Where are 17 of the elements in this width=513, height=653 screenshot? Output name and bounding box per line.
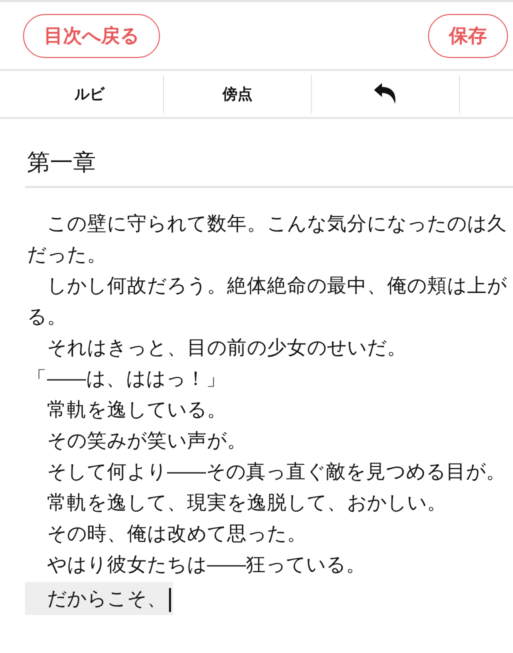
text-line: る。 [26, 304, 67, 330]
text-line: しかし何故だろう。絶体絶命の最中、俺の頬は上が [46, 273, 507, 299]
toolbar-button[interactable]: ルビ [66, 80, 112, 108]
text-line: その時、俺は改めて思った。 [46, 521, 307, 547]
text-line: この壁に守られて数年。こんな気分になったのは久 [46, 211, 507, 237]
current-paragraph: だからこそ、 [25, 582, 172, 615]
text-line: 常軌を逸して、現実を逸脱して、おかしい。 [46, 490, 447, 516]
toolbar-button[interactable]: 傍点 [214, 80, 260, 108]
text-line: 常軌を逸している。 [46, 397, 227, 423]
text-line: やはり彼女たちは――狂っている。 [46, 552, 366, 578]
text-line: それはきっと、目の前の少女のせいだ。 [46, 335, 407, 361]
text-line: そして何より――その真っ直ぐ敵を見つめる目が。 [46, 459, 506, 485]
text-line: 「――は、ははっ！」 [26, 366, 226, 392]
undo-icon [372, 82, 398, 106]
chapter-title: 第一章 [25, 147, 513, 188]
text-line: だった。 [26, 242, 107, 268]
text-line: その笑みが笑い声が。 [46, 428, 247, 454]
